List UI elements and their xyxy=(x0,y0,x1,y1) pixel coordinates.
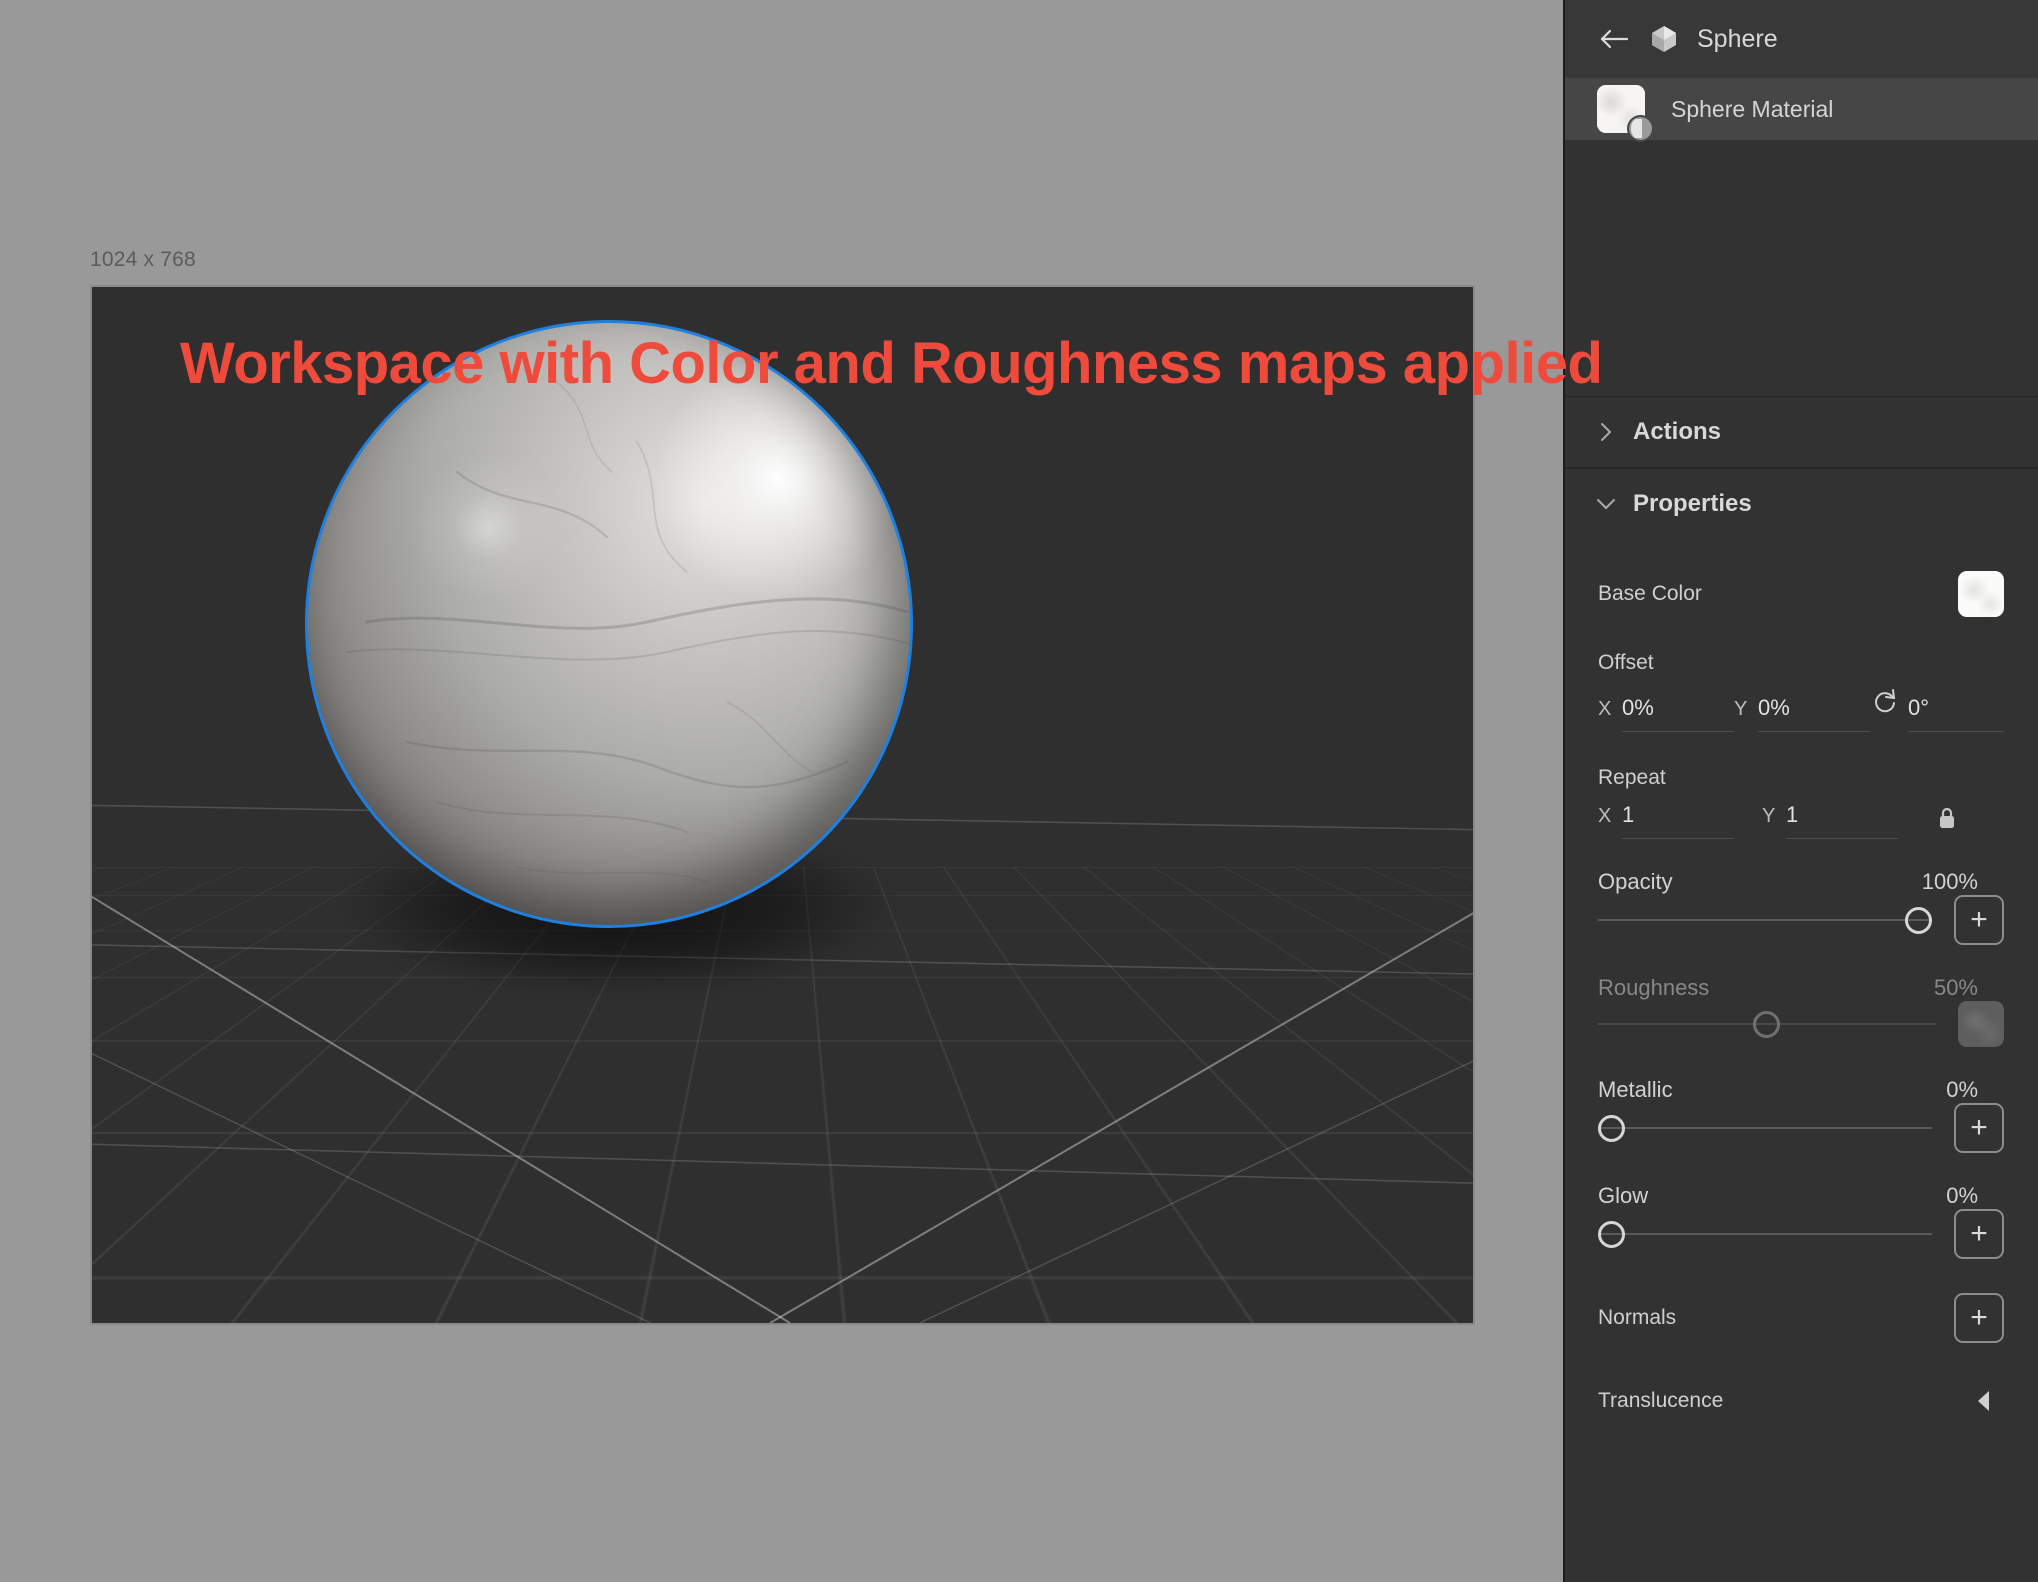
repeat-x-field[interactable]: X 1 xyxy=(1598,802,1734,839)
offset-fields: X 0% Y 0% 0° xyxy=(1565,675,2038,732)
chevron-right-icon xyxy=(1593,422,1619,442)
material-name: Sphere Material xyxy=(1671,95,1834,122)
slider-roughness-label: Roughness xyxy=(1598,975,1710,1000)
repeat-x-input[interactable]: 1 xyxy=(1622,802,1734,839)
viewport-canvas[interactable] xyxy=(90,285,1475,1325)
section-properties-label: Properties xyxy=(1633,490,1752,517)
slider-opacity: Opacity 100% + xyxy=(1565,839,2038,945)
repeat-fields: X 1 Y 1 xyxy=(1565,790,2038,839)
slider-glow-knob[interactable] xyxy=(1598,1221,1625,1248)
repeat-label: Repeat xyxy=(1598,766,1666,789)
translucence-row[interactable]: Translucence xyxy=(1565,1343,2038,1421)
slider-opacity-label: Opacity xyxy=(1598,869,1673,894)
slider-metallic-track[interactable] xyxy=(1598,1127,1932,1129)
offset-label: Offset xyxy=(1598,651,1654,674)
slider-glow-line: + xyxy=(1598,1209,2004,1259)
metallic-add-map-button[interactable]: + xyxy=(1954,1103,2004,1153)
slider-glow-head: Glow 0% xyxy=(1598,1183,2004,1209)
slider-glow: Glow 0% + xyxy=(1565,1153,2038,1259)
offset-y-input[interactable]: 0% xyxy=(1758,695,1870,732)
offset-rotation-field[interactable]: 0° xyxy=(1870,687,2004,732)
object-title: Sphere xyxy=(1697,24,1778,53)
translucence-label: Translucence xyxy=(1598,1389,1724,1412)
annotation-text: Workspace with Color and Roughness maps … xyxy=(180,331,1603,396)
rotation-input[interactable]: 0° xyxy=(1908,695,2004,732)
slider-opacity-value: 100% xyxy=(1921,869,1978,894)
slider-opacity-head: Opacity 100% xyxy=(1598,869,2004,895)
offset-y-axis-label: Y xyxy=(1734,698,1748,720)
rotate-icon xyxy=(1870,687,1900,717)
sphere-object[interactable] xyxy=(305,320,917,992)
section-actions[interactable]: Actions xyxy=(1565,396,2038,468)
normals-row: Normals + xyxy=(1565,1259,2038,1343)
canvas-size-label: 1024 x 768 xyxy=(90,248,196,271)
caret-left-icon[interactable] xyxy=(1964,1381,2004,1421)
slider-metallic: Metallic 0% + xyxy=(1565,1047,2038,1153)
normals-add-map-button[interactable]: + xyxy=(1954,1293,2004,1343)
properties-panel: Sphere Sphere Material Actions Propertie… xyxy=(1563,0,2038,1582)
base-color-label: Base Color xyxy=(1598,582,1702,605)
slider-roughness: Roughness 50% xyxy=(1565,945,2038,1047)
slider-metallic-label: Metallic xyxy=(1598,1077,1673,1102)
roughness-map-thumbnail[interactable] xyxy=(1958,1001,2004,1047)
slider-metallic-head: Metallic 0% xyxy=(1598,1077,2004,1103)
offset-y-field[interactable]: Y 0% xyxy=(1734,695,1870,732)
slider-opacity-track[interactable] xyxy=(1598,919,1932,921)
sphere-badge-icon xyxy=(1627,115,1654,142)
slider-roughness-line xyxy=(1598,1001,2004,1047)
opacity-add-map-button[interactable]: + xyxy=(1954,895,2004,945)
slider-roughness-head: Roughness 50% xyxy=(1598,975,2004,1001)
material-thumbnail[interactable] xyxy=(1597,85,1654,142)
slider-roughness-value: 50% xyxy=(1933,975,1978,1000)
glow-add-map-button[interactable]: + xyxy=(1954,1209,2004,1259)
slider-metallic-knob[interactable] xyxy=(1598,1115,1625,1142)
slider-glow-track-wrap[interactable] xyxy=(1598,1217,1932,1251)
chevron-down-icon xyxy=(1593,498,1619,510)
selection-outline xyxy=(305,320,913,928)
normals-label: Normals xyxy=(1598,1306,1677,1329)
properties-body: Base Color Offset X 0% Y 0% 0° Repeat X … xyxy=(1565,539,2038,1421)
slider-glow-label: Glow xyxy=(1598,1183,1649,1208)
section-actions-label: Actions xyxy=(1633,418,1722,445)
slider-metallic-line: + xyxy=(1598,1103,2004,1153)
repeat-y-field[interactable]: Y 1 xyxy=(1762,802,1898,839)
section-properties[interactable]: Properties xyxy=(1565,468,2038,539)
base-color-swatch[interactable] xyxy=(1958,571,2004,617)
panel-header: Sphere xyxy=(1565,0,2038,78)
slider-opacity-knob[interactable] xyxy=(1905,907,1932,934)
repeat-y-input[interactable]: 1 xyxy=(1786,802,1898,839)
slider-glow-value: 0% xyxy=(1946,1183,1978,1208)
offset-x-axis-label: X xyxy=(1598,698,1612,720)
slider-glow-track[interactable] xyxy=(1598,1233,1932,1235)
offset-x-field[interactable]: X 0% xyxy=(1598,695,1734,732)
material-list-item[interactable]: Sphere Material xyxy=(1565,78,2038,142)
base-color-row: Base Color xyxy=(1565,539,2038,617)
slider-metallic-track-wrap[interactable] xyxy=(1598,1111,1932,1145)
workspace: 1024 x 768 xyxy=(0,0,1563,1582)
slider-roughness-track-wrap[interactable] xyxy=(1598,1007,1936,1041)
slider-opacity-line: + xyxy=(1598,895,2004,945)
viewport-3d-scene[interactable] xyxy=(92,287,1473,1323)
panel-spacer xyxy=(1565,140,2038,396)
slider-metallic-value: 0% xyxy=(1946,1077,1978,1102)
cube-icon xyxy=(1649,24,1679,54)
slider-opacity-track-wrap[interactable] xyxy=(1598,903,1932,937)
slider-roughness-knob[interactable] xyxy=(1753,1011,1780,1038)
lock-icon[interactable] xyxy=(1934,805,1960,831)
offset-x-input[interactable]: 0% xyxy=(1622,695,1734,732)
arrow-left-icon[interactable] xyxy=(1597,22,1631,56)
repeat-y-axis-label: Y xyxy=(1762,805,1776,827)
repeat-x-axis-label: X xyxy=(1598,805,1612,827)
